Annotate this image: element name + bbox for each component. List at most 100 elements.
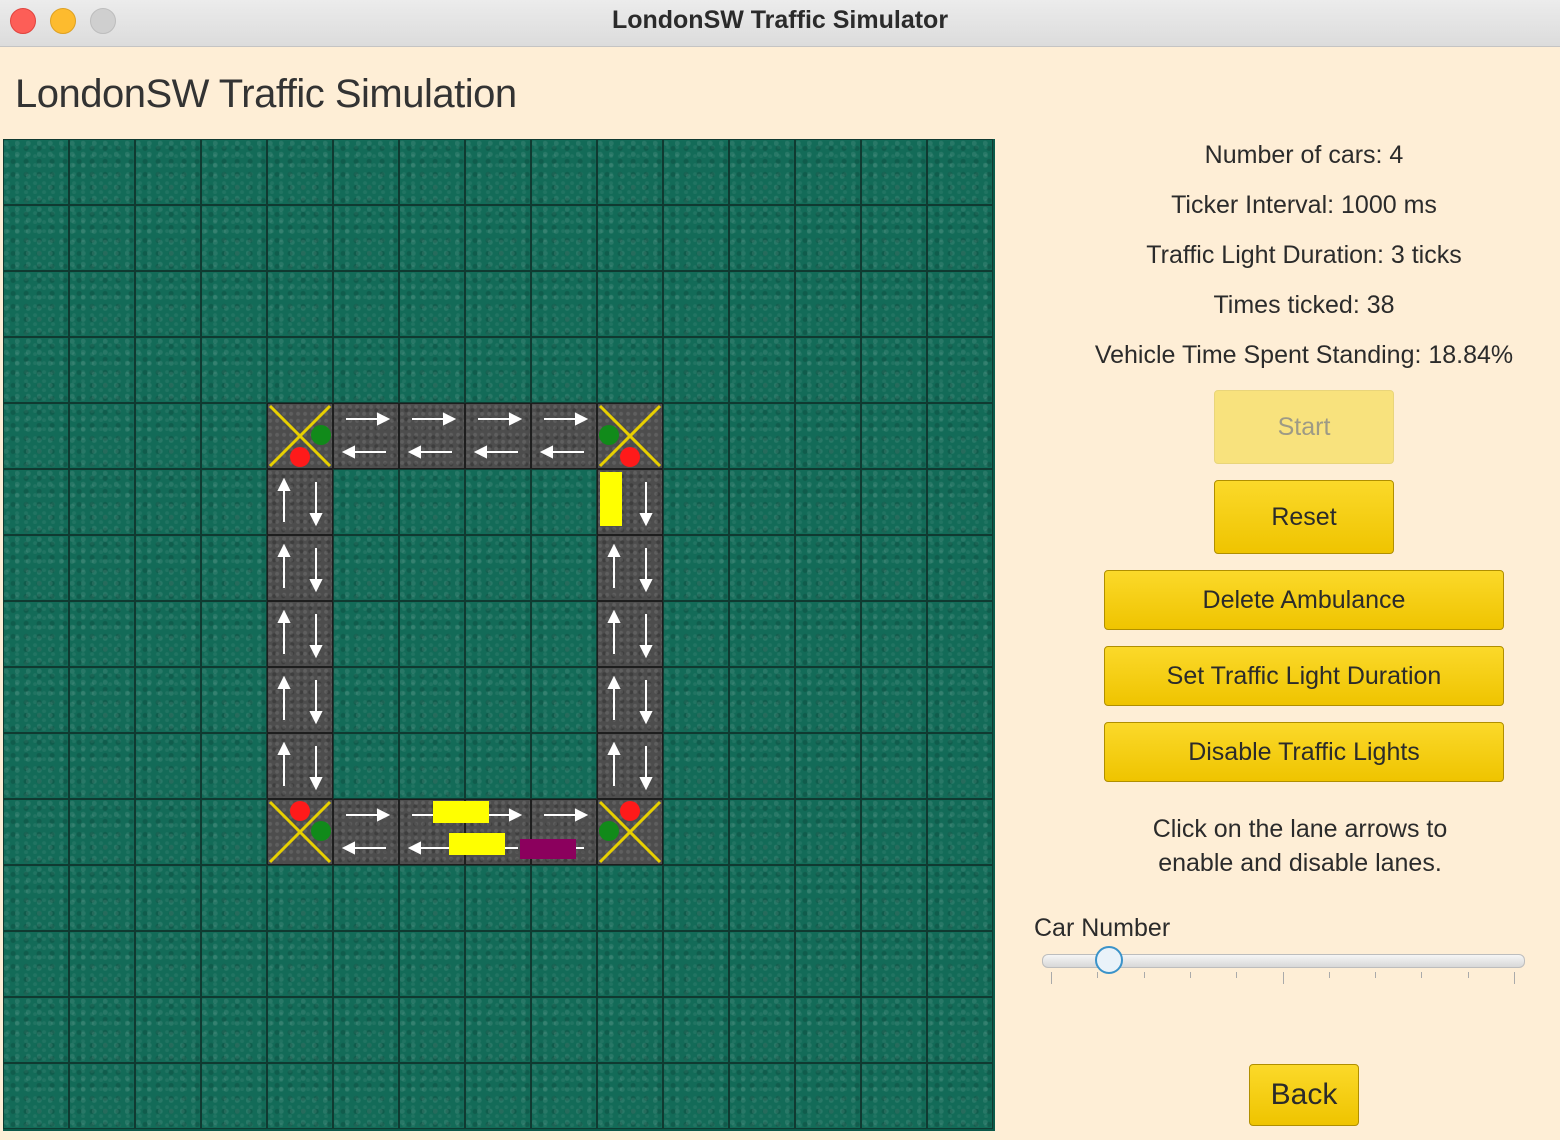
grass-tile [861, 667, 927, 733]
ambulance [520, 839, 576, 859]
slider-tick [1421, 972, 1423, 978]
slider-tick [1097, 972, 1099, 978]
grass-tile [3, 1063, 69, 1129]
grass-tile [663, 667, 729, 733]
lane-hint-line2: enable and disable lanes. [1158, 849, 1442, 877]
road-tile-vertical[interactable] [267, 601, 333, 667]
road-tile-vertical[interactable] [267, 667, 333, 733]
grass-tile [861, 601, 927, 667]
light-duration-text: Traffic Light Duration: 3 ticks [1146, 241, 1462, 269]
grass-tile [531, 997, 597, 1063]
road-tile-vertical[interactable] [267, 469, 333, 535]
grass-tile [729, 997, 795, 1063]
grass-tile [861, 799, 927, 865]
grass-tile [729, 667, 795, 733]
grass-tile [201, 535, 267, 601]
start-button[interactable]: Start [1214, 390, 1394, 464]
grass-tile [927, 865, 993, 931]
grass-tile [3, 139, 69, 205]
car [433, 801, 489, 823]
road-tile-horizontal[interactable] [531, 403, 597, 469]
grass-tile [927, 997, 993, 1063]
junction-tile[interactable] [267, 403, 333, 469]
grass-tile [729, 139, 795, 205]
grass-tile [927, 469, 993, 535]
grass-tile [465, 469, 531, 535]
grass-tile [399, 139, 465, 205]
grass-tile [333, 271, 399, 337]
grass-tile [861, 733, 927, 799]
grass-tile [927, 1063, 993, 1129]
grass-tile [399, 1063, 465, 1129]
grass-tile [3, 337, 69, 403]
grass-tile [333, 535, 399, 601]
grass-tile [333, 139, 399, 205]
road-tile-vertical[interactable] [267, 535, 333, 601]
grass-tile [465, 733, 531, 799]
grass-tile [333, 601, 399, 667]
grass-tile [795, 337, 861, 403]
grass-tile [3, 733, 69, 799]
set-light-duration-button[interactable]: Set Traffic Light Duration [1104, 646, 1504, 706]
road-tile-vertical[interactable] [597, 535, 663, 601]
junction-tile[interactable] [597, 799, 663, 865]
grass-tile [927, 733, 993, 799]
grass-tile [465, 139, 531, 205]
grass-tile [927, 601, 993, 667]
grass-tile [729, 1063, 795, 1129]
grass-tile [927, 271, 993, 337]
delete-ambulance-button[interactable]: Delete Ambulance [1104, 570, 1504, 630]
grass-tile [795, 799, 861, 865]
grass-tile [69, 601, 135, 667]
road-tile-vertical[interactable] [597, 601, 663, 667]
grass-tile [201, 865, 267, 931]
grass-tile [729, 271, 795, 337]
grass-tile [201, 403, 267, 469]
road-tile-vertical[interactable] [267, 733, 333, 799]
grass-tile [267, 337, 333, 403]
grass-tile [3, 997, 69, 1063]
grass-tile [333, 337, 399, 403]
grass-tile [861, 931, 927, 997]
grass-tile [597, 205, 663, 271]
grass-tile [663, 931, 729, 997]
grass-tile [795, 997, 861, 1063]
grass-tile [531, 601, 597, 667]
road-tile-vertical[interactable] [597, 667, 663, 733]
car-number-slider-thumb[interactable] [1095, 946, 1124, 974]
grass-tile [795, 667, 861, 733]
back-button[interactable]: Back [1249, 1064, 1359, 1126]
grass-tile [927, 535, 993, 601]
grass-tile [927, 667, 993, 733]
grass-tile [861, 205, 927, 271]
grass-tile [267, 1063, 333, 1129]
road-tile-horizontal[interactable] [333, 799, 399, 865]
lane-arrow-left [407, 841, 452, 855]
grass-tile [861, 535, 927, 601]
grass-tile [333, 205, 399, 271]
grass-tile [729, 403, 795, 469]
car [600, 472, 622, 526]
ticker-interval-text: Ticker Interval: 1000 ms [1171, 191, 1437, 219]
grass-tile [465, 667, 531, 733]
reset-button[interactable]: Reset [1214, 480, 1394, 554]
junction-tile[interactable] [267, 799, 333, 865]
lane-arrow-right [544, 412, 589, 426]
road-tile-horizontal[interactable] [399, 403, 465, 469]
traffic-light-red [290, 801, 310, 821]
grass-tile [663, 139, 729, 205]
road-tile-horizontal[interactable] [465, 403, 531, 469]
road-tile-vertical[interactable] [597, 733, 663, 799]
grass-tile [135, 271, 201, 337]
disable-lights-button[interactable]: Disable Traffic Lights [1104, 722, 1504, 782]
grass-tile [663, 403, 729, 469]
grass-tile [861, 403, 927, 469]
grass-tile [201, 205, 267, 271]
grass-tile [399, 667, 465, 733]
grass-tile [399, 733, 465, 799]
grass-tile [135, 1063, 201, 1129]
road-tile-horizontal[interactable] [333, 403, 399, 469]
times-ticked-text: Times ticked: 38 [1213, 291, 1395, 319]
grass-tile [3, 535, 69, 601]
junction-tile[interactable] [597, 403, 663, 469]
